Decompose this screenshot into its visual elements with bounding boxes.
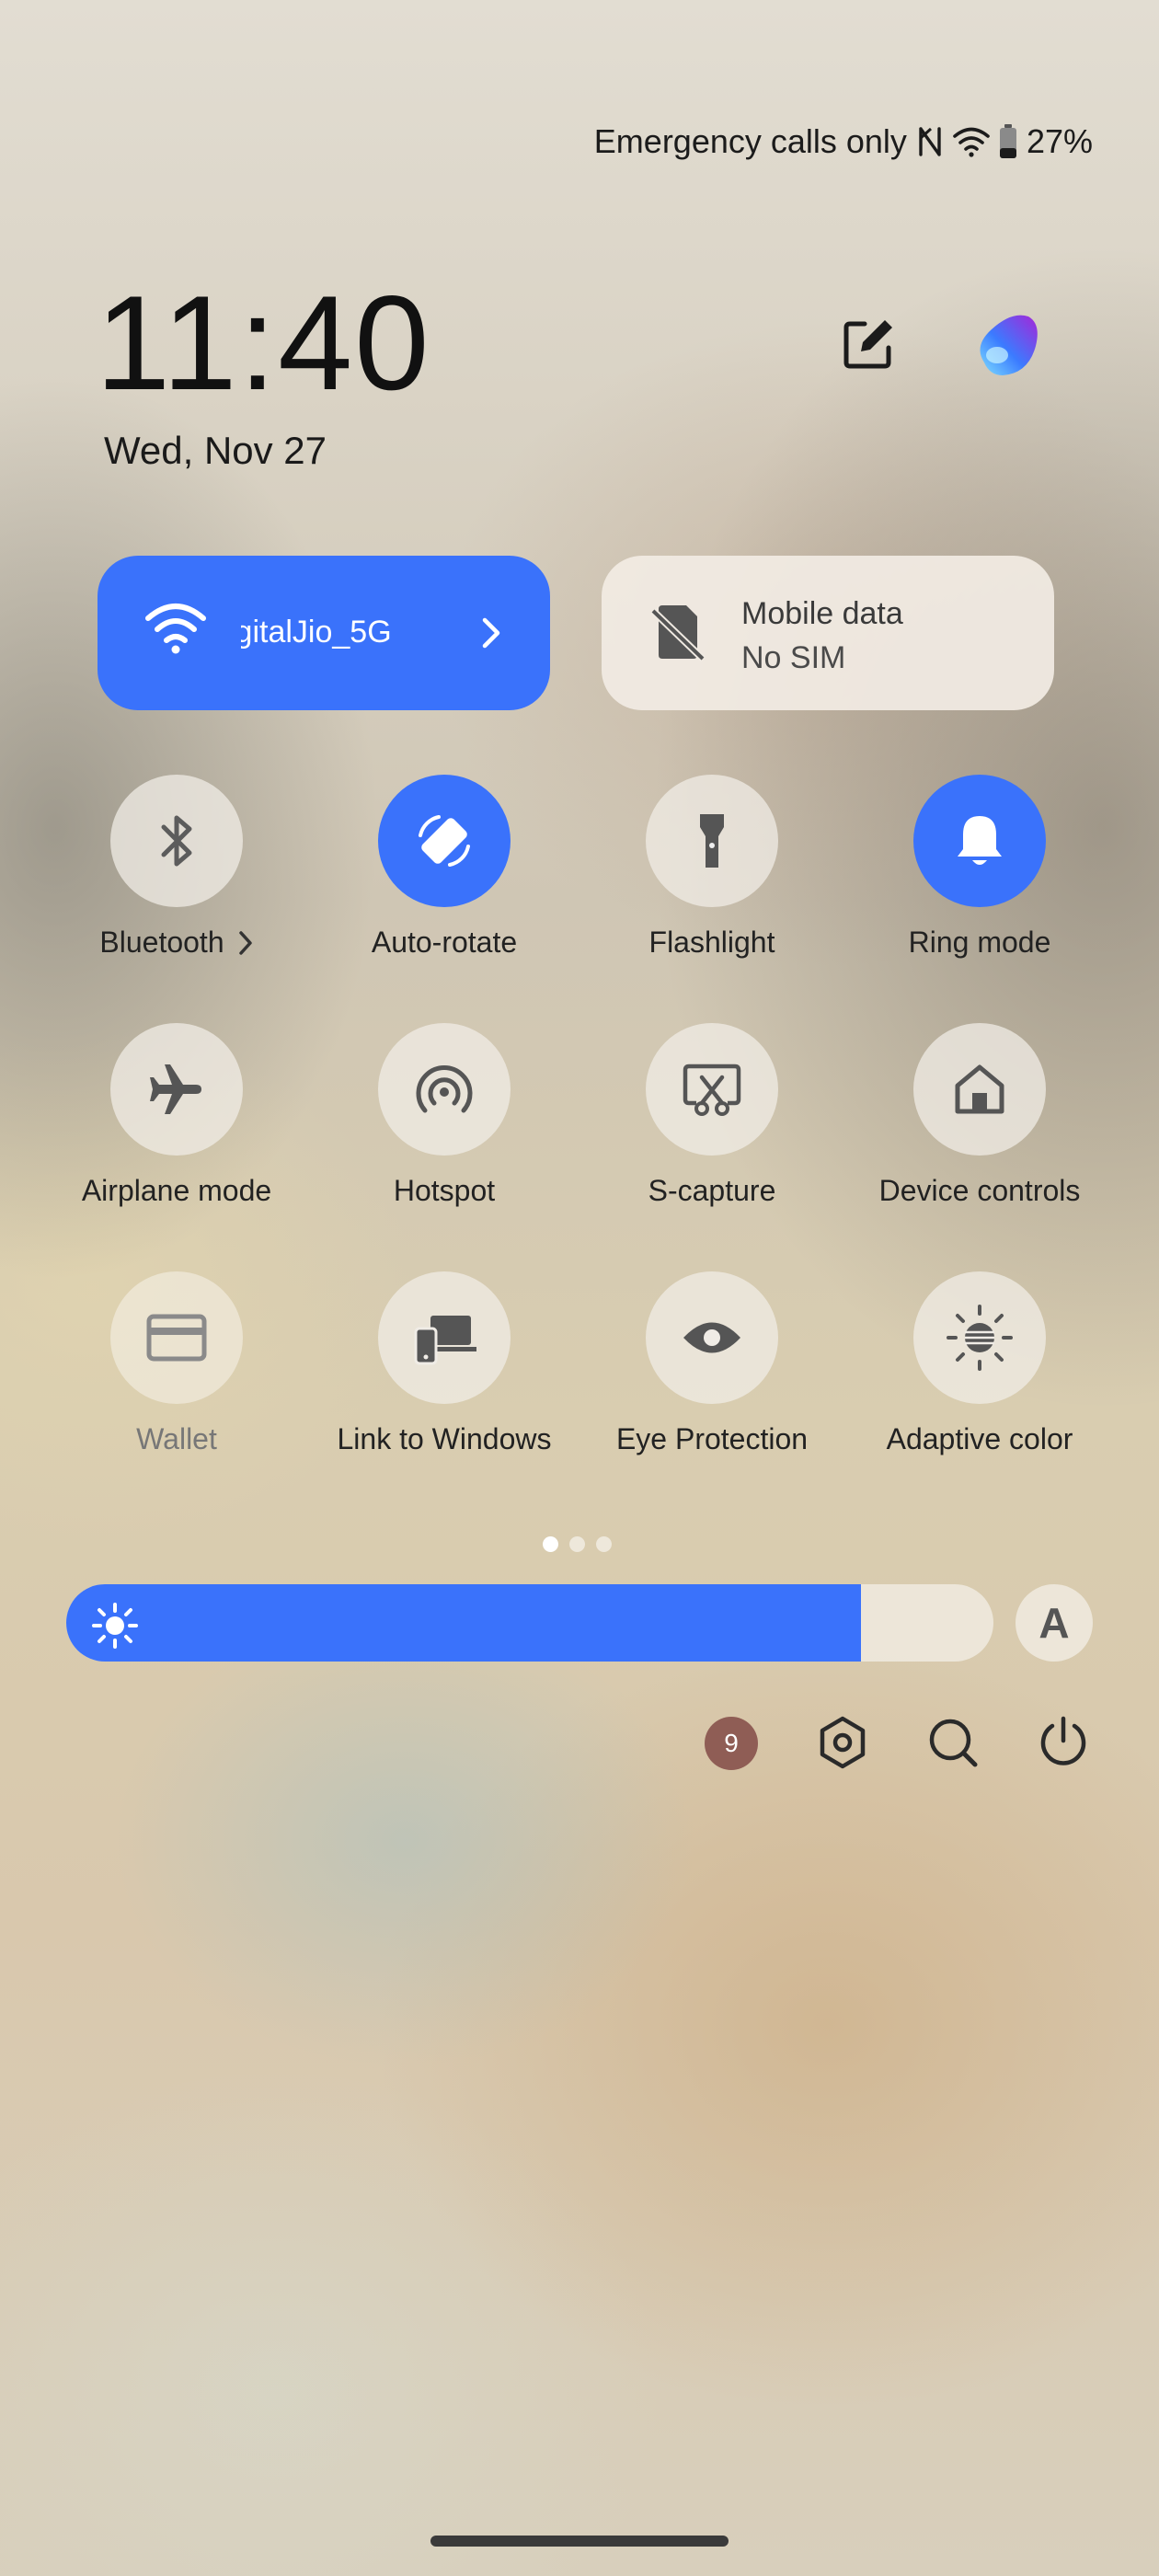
s-capture-button[interactable]: [646, 1023, 778, 1156]
edit-tiles-button[interactable]: [837, 315, 898, 375]
device-controls-button[interactable]: [913, 1023, 1046, 1156]
search-icon: [929, 1719, 978, 1767]
toggle-adaptive-color[interactable]: Adaptive color: [846, 1271, 1113, 1474]
sun-icon: [92, 1603, 138, 1653]
adaptive-color-button[interactable]: [913, 1271, 1046, 1404]
airplane-mode-label: Airplane mode: [81, 1174, 272, 1207]
settings-button[interactable]: [815, 1715, 870, 1770]
toggle-wallet[interactable]: Wallet: [43, 1271, 310, 1474]
status-bar: Emergency calls only 27%: [594, 118, 1093, 166]
page-indicator: [543, 1536, 612, 1552]
flashlight-button[interactable]: [646, 775, 778, 907]
search-button[interactable]: [925, 1715, 981, 1770]
page-dot-2: [569, 1536, 585, 1552]
device-controls-label: Device controls: [878, 1174, 1081, 1207]
auto-rotate-button[interactable]: [378, 775, 511, 907]
home-gesture-bar[interactable]: [430, 2536, 729, 2547]
ring-mode-button[interactable]: [913, 775, 1046, 907]
toggle-device-controls[interactable]: Device controls: [846, 1023, 1113, 1225]
eye-icon: [683, 1322, 740, 1353]
toggle-airplane-mode[interactable]: Airplane mode: [43, 1023, 310, 1225]
mobile-data-status: No SIM: [741, 640, 846, 675]
bluetooth-icon: [161, 815, 192, 867]
screenshot-icon: [683, 1064, 741, 1116]
edit-icon: [843, 320, 892, 369]
home-icon: [955, 1064, 1004, 1114]
mobile-data-tile[interactable]: Mobile data No SIM: [602, 556, 1054, 710]
airplane-icon: [150, 1064, 201, 1114]
wifi-tile[interactable]: igitalJio_5G: [98, 556, 550, 710]
toggle-s-capture[interactable]: S-capture: [579, 1023, 845, 1225]
link-to-windows-button[interactable]: [378, 1271, 511, 1404]
battery-icon: [999, 124, 1017, 159]
s-capture-label: S-capture: [648, 1174, 776, 1207]
chevron-right-icon[interactable]: [480, 616, 502, 654]
page-dot-3: [596, 1536, 612, 1552]
settings-hex-icon: [820, 1716, 866, 1769]
chevron-right-icon[interactable]: [237, 929, 254, 957]
link-to-windows-label: Link to Windows: [337, 1422, 552, 1455]
toggle-eye-protection[interactable]: Eye Protection: [579, 1271, 845, 1474]
ring-mode-label: Ring mode: [908, 926, 1051, 959]
wifi-tile-icon: [145, 600, 206, 660]
bell-icon: [958, 816, 1002, 865]
assistant-orb-button[interactable]: [971, 309, 1045, 383]
power-button[interactable]: [1036, 1715, 1091, 1770]
battery-percent: 27%: [1026, 122, 1093, 160]
carrier-status-text: Emergency calls only: [593, 122, 907, 160]
wallet-icon: [146, 1314, 207, 1362]
bluetooth-label: Bluetooth: [99, 926, 253, 960]
toggle-bluetooth[interactable]: Bluetooth: [43, 775, 310, 977]
flashlight-icon: [700, 814, 724, 868]
hotspot-label: Hotspot: [393, 1174, 496, 1207]
clock-time[interactable]: 11:40: [96, 276, 431, 410]
notification-count-badge[interactable]: 9: [705, 1717, 758, 1770]
toggle-ring-mode[interactable]: Ring mode: [846, 775, 1113, 977]
assistant-orb-icon: [980, 315, 1038, 375]
auto-rotate-label: Auto-rotate: [371, 926, 518, 959]
flashlight-label: Flashlight: [648, 926, 775, 959]
auto-rotate-icon: [419, 815, 470, 867]
power-icon: [1040, 1716, 1086, 1765]
toggle-hotspot[interactable]: Hotspot: [311, 1023, 578, 1225]
hotspot-icon: [416, 1064, 473, 1113]
link-to-windows-icon: [414, 1316, 476, 1365]
wifi-icon: [953, 126, 990, 157]
adaptive-color-label: Adaptive color: [886, 1422, 1073, 1455]
no-sim-icon: [649, 602, 706, 667]
brightness-slider-fill[interactable]: [66, 1584, 861, 1662]
airplane-mode-button[interactable]: [110, 1023, 243, 1156]
bluetooth-button[interactable]: [110, 775, 243, 907]
brightness-slider[interactable]: [66, 1584, 993, 1662]
toggle-auto-rotate[interactable]: Auto-rotate: [311, 775, 578, 977]
mobile-data-title: Mobile data: [741, 596, 903, 631]
eye-protection-label: Eye Protection: [615, 1422, 809, 1455]
toggle-link-to-windows[interactable]: Link to Windows: [311, 1271, 578, 1474]
hotspot-button[interactable]: [378, 1023, 511, 1156]
wifi-network-name: igitalJio_5G: [241, 615, 392, 650]
wallet-label: Wallet: [136, 1422, 217, 1455]
auto-brightness-button[interactable]: A: [1016, 1584, 1093, 1662]
toggle-flashlight[interactable]: Flashlight: [579, 775, 845, 977]
adaptive-color-icon: [947, 1305, 1013, 1371]
nfc-icon: [916, 125, 944, 158]
page-dot-1: [543, 1536, 558, 1552]
wallet-button[interactable]: [110, 1271, 243, 1404]
eye-protection-button[interactable]: [646, 1271, 778, 1404]
clock-date[interactable]: Wed, Nov 27: [104, 429, 327, 473]
